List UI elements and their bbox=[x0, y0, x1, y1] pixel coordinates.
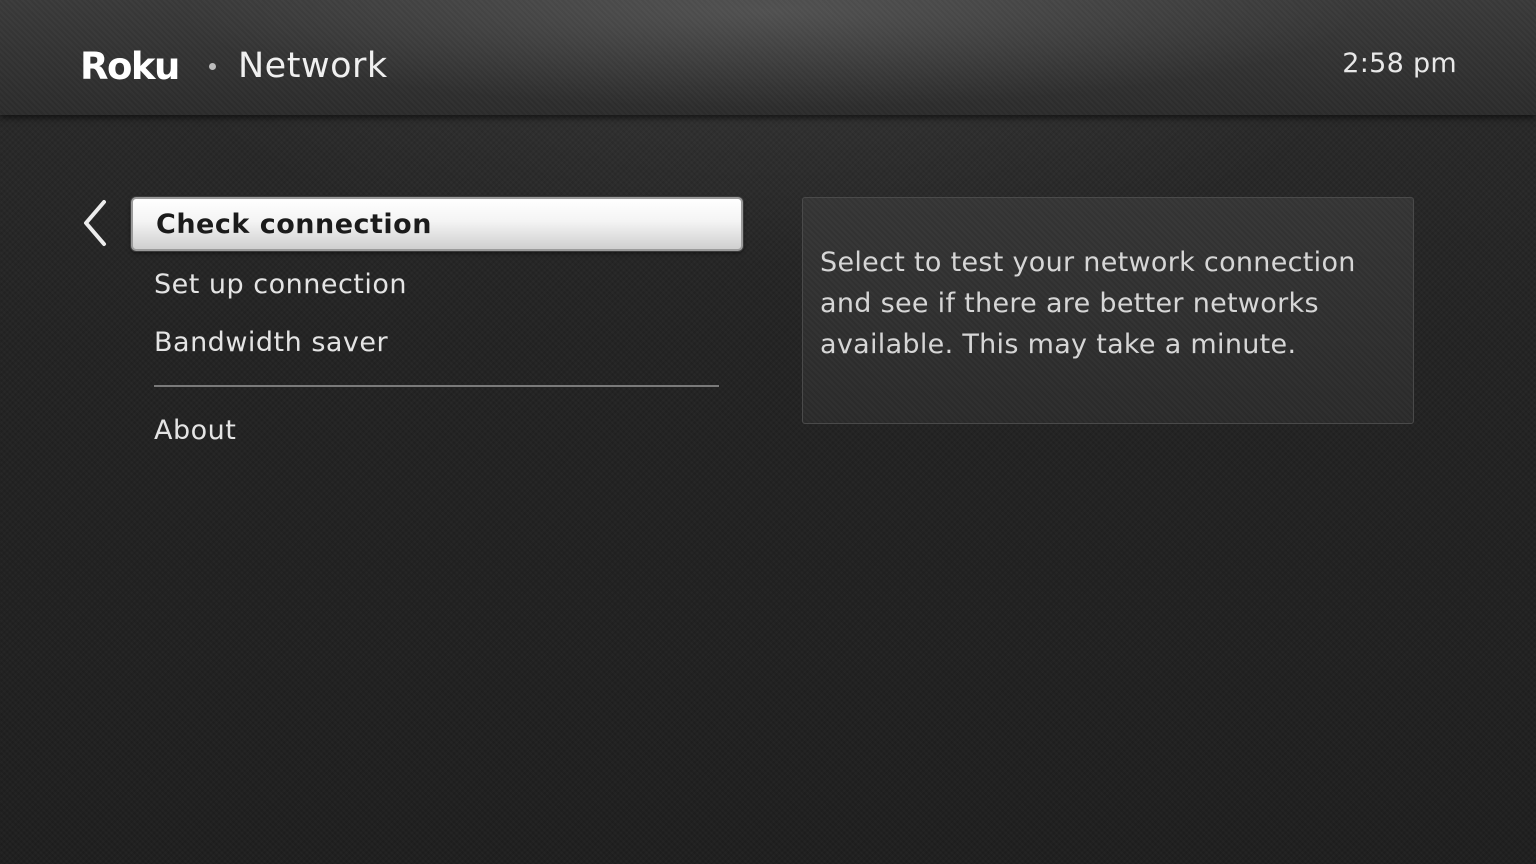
clock-time: 2:58 pm bbox=[1342, 48, 1457, 79]
menu-item-about[interactable]: About bbox=[131, 401, 743, 459]
menu-item-bandwidth-saver[interactable]: Bandwidth saver bbox=[131, 313, 743, 371]
page-title: Network bbox=[238, 46, 388, 86]
menu-item-set-up-connection[interactable]: Set up connection bbox=[131, 255, 743, 313]
header-bar: Roku Network 2:58 pm bbox=[0, 0, 1536, 115]
title-separator-dot bbox=[209, 63, 216, 70]
menu-item-label: Check connection bbox=[156, 208, 432, 240]
menu-item-label: Set up connection bbox=[154, 268, 408, 300]
roku-logo: Roku bbox=[80, 44, 180, 88]
menu-item-label: Bandwidth saver bbox=[154, 326, 389, 358]
description-text: Select to test your network connection a… bbox=[820, 247, 1356, 360]
menu-item-check-connection[interactable]: Check connection bbox=[131, 197, 743, 251]
chevron-left-icon[interactable] bbox=[80, 198, 112, 248]
menu-divider bbox=[154, 385, 719, 387]
settings-menu: Check connection Set up connection Bandw… bbox=[131, 197, 743, 459]
description-panel: Select to test your network connection a… bbox=[802, 197, 1414, 424]
menu-item-label: About bbox=[154, 414, 237, 446]
